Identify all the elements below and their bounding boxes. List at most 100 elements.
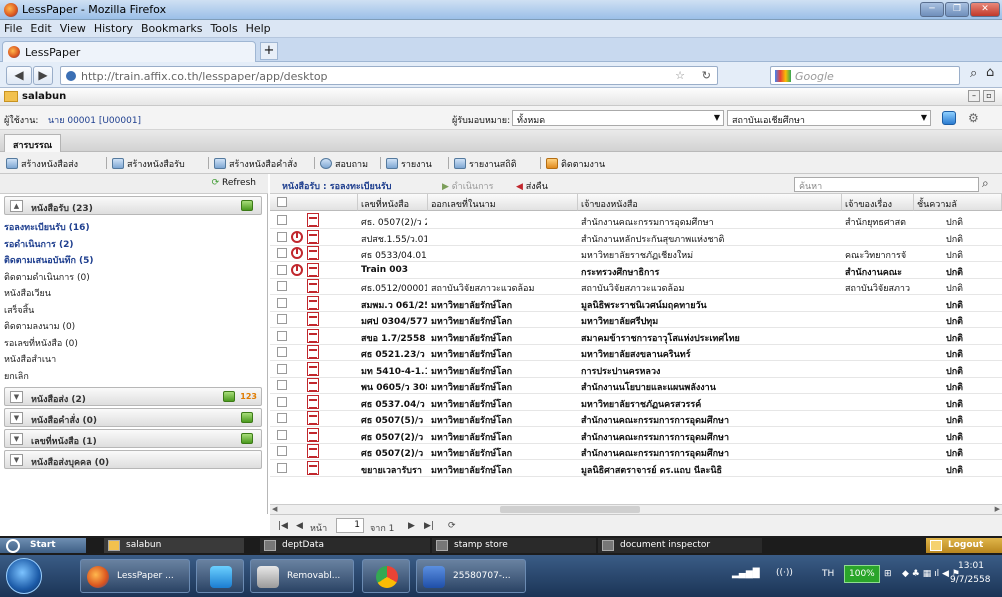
sidebar-item[interactable]: หนังสือสำเนา <box>4 352 56 366</box>
pdf-icon[interactable] <box>307 345 319 359</box>
scroll-left-icon[interactable]: ◀ <box>272 505 277 513</box>
taskbar-item-deptdata[interactable]: deptData <box>260 538 430 553</box>
menu-bookmarks[interactable]: Bookmarks <box>137 20 206 35</box>
pdf-icon[interactable] <box>307 246 319 260</box>
home-icon[interactable]: ⌂ <box>986 65 994 80</box>
row-checkbox[interactable] <box>277 297 287 308</box>
process-button[interactable]: ▶ ดำเนินการ <box>442 179 493 193</box>
group-personal[interactable]: ▼ หนังสือส่งบุคคล (0) <box>4 450 262 469</box>
pdf-icon[interactable] <box>307 328 319 343</box>
pdf-icon[interactable] <box>307 361 319 376</box>
app-minimize-button[interactable]: – <box>968 90 980 102</box>
row-checkbox[interactable] <box>277 281 287 291</box>
browser-tab[interactable]: LessPaper <box>2 41 256 62</box>
refresh-button[interactable]: ⟳ Refresh <box>212 178 256 188</box>
select-all-checkbox[interactable] <box>277 197 287 207</box>
pdf-icon[interactable] <box>307 394 319 409</box>
row-checkbox[interactable] <box>277 330 287 341</box>
row-checkbox[interactable] <box>277 413 287 423</box>
sidebar-item[interactable]: รอดำเนินการ (2) <box>4 237 73 251</box>
add-document-icon[interactable] <box>241 433 253 444</box>
chevron-down-icon[interactable]: ▼ <box>10 433 23 445</box>
table-row[interactable]: ศธ. 0507(2)/ว 2 สำนักงานคณะกรรมการอุดมศึก… <box>270 212 1002 229</box>
sidebar-item[interactable]: ยกเลิก <box>4 369 29 383</box>
pager-refresh-icon[interactable]: ⟳ <box>448 521 456 531</box>
next-page-icon[interactable]: ▶ <box>408 521 415 531</box>
clock-date[interactable]: 9/7/2558 <box>950 575 990 585</box>
pdf-icon[interactable] <box>307 411 319 425</box>
sidebar-item[interactable]: หนังสือเวียน <box>4 286 51 300</box>
group-doc-number[interactable]: ▼ เลขที่หนังสือ (1) <box>4 429 262 448</box>
group-outgoing[interactable]: ▼ หนังสือส่ง (2) 123 <box>4 387 262 406</box>
pdf-icon[interactable] <box>307 295 319 310</box>
row-checkbox[interactable] <box>277 446 287 456</box>
sidebar-item[interactable]: เสร็จสิ้น <box>4 303 34 317</box>
col-secret[interactable]: ชั้นความลั <box>914 194 1002 211</box>
table-row[interactable]: สปสช.1.55/ว.01 สำนักงานหลักประกันสุขภาพแห… <box>270 229 1002 246</box>
col-issuer[interactable]: ออกเลขที่ในนาม <box>428 194 578 211</box>
table-row[interactable]: ศธ 0507(5)/ว 8 มหาวิทยาลัยรักษ์โลก สำนักงา… <box>270 410 1002 427</box>
first-page-icon[interactable]: |◀ <box>278 521 288 531</box>
table-row[interactable]: ศธ 0533/04.01/มหาวิทยาลัยราชภัฏเชียงใหม่… <box>270 245 1002 262</box>
sidebar-item[interactable]: รอลงทะเบียนรับ (16) <box>4 220 90 234</box>
chevron-down-icon[interactable]: ▼ <box>10 454 23 466</box>
chevron-down-icon[interactable]: ▼ <box>10 412 23 424</box>
col-subject-owner[interactable]: เจ้าของเรื่อง <box>842 194 914 211</box>
table-row[interactable]: ศธ 0507(2)/ว 8 มหาวิทยาลัยรักษ์โลก สำนักงา… <box>270 427 1002 444</box>
pdf-icon[interactable] <box>307 312 319 326</box>
table-row[interactable]: ขยายเวลารับรา มหาวิทยาลัยรักษ์โลก มูลนิธิศ… <box>270 460 1002 477</box>
menu-help[interactable]: Help <box>242 20 275 35</box>
menu-edit[interactable]: Edit <box>26 20 55 35</box>
pdf-icon[interactable] <box>307 378 319 392</box>
task-firefox[interactable]: LessPaper ... <box>80 559 190 593</box>
menu-history[interactable]: History <box>90 20 137 35</box>
search-bar[interactable]: Google <box>770 66 960 85</box>
add-document-icon[interactable] <box>241 412 253 423</box>
org-select[interactable]: สถาบันเอเชียศึกษา ▼ <box>727 110 931 126</box>
url-bar[interactable]: http://train.affix.co.th/lesspaper/app/d… <box>60 66 718 85</box>
windows-start-button[interactable] <box>6 558 42 594</box>
bookmark-star-icon[interactable]: ☆ <box>675 69 685 82</box>
create-outgoing-button[interactable]: สร้างหนังสือส่ง <box>6 157 78 171</box>
pdf-icon[interactable] <box>307 229 319 244</box>
sidebar-item[interactable]: ติดตามลงนาม (0) <box>4 319 75 333</box>
app-maximize-button[interactable]: ▫ <box>983 90 995 102</box>
back-button[interactable]: ◀ <box>6 66 32 85</box>
add-document-icon[interactable] <box>223 391 235 402</box>
language-indicator[interactable]: TH <box>822 569 834 579</box>
last-page-icon[interactable]: ▶| <box>424 521 434 531</box>
group-orders[interactable]: ▼ หนังสือคำสั่ง (0) <box>4 408 262 427</box>
logout-button[interactable]: Logout <box>926 538 1002 553</box>
taskbar-item-document-inspector[interactable]: document inspector <box>598 538 762 553</box>
wifi-icon[interactable]: ((·)) <box>776 568 793 578</box>
table-row[interactable]: มศป 0304/577 มหาวิทยาลัยรักษ์โลก มหาวิทยาล… <box>270 311 1002 328</box>
col-doc-number[interactable]: เลขที่หนังสือ <box>358 194 428 211</box>
statistics-report-button[interactable]: รายงานสถิติ <box>454 157 517 171</box>
create-order-button[interactable]: สร้างหนังสือคำสั่ง <box>214 157 297 171</box>
row-checkbox[interactable] <box>277 396 287 407</box>
task-word[interactable]: 25580707-... <box>416 559 526 593</box>
scroll-thumb[interactable] <box>500 506 640 513</box>
table-row[interactable]: สขอ 1.7/2558 มหาวิทยาลัยรักษ์โลก สมาคมข้าร… <box>270 328 1002 345</box>
info-icon[interactable] <box>942 111 956 125</box>
main-search-input[interactable]: ค้นหา <box>794 177 979 192</box>
create-incoming-button[interactable]: สร้างหนังสือรับ <box>112 157 185 171</box>
gear-icon[interactable]: ⚙ <box>968 111 979 125</box>
task-media[interactable] <box>196 559 244 593</box>
chevron-up-icon[interactable]: ▲ <box>10 200 23 212</box>
row-checkbox[interactable] <box>277 347 287 357</box>
table-row[interactable]: มท 5410-4-1.1. มหาวิทยาลัยรักษ์โลก การประป… <box>270 361 1002 378</box>
scroll-right-icon[interactable]: ▶ <box>995 505 1000 513</box>
sidebar-item[interactable]: รอเลขที่หนังสือ (0) <box>4 336 78 350</box>
sidebar-item[interactable]: ติดตามเสนอบันทึก (5) <box>4 253 94 267</box>
table-row[interactable]: ศธ 0537.04/ว 7 มหาวิทยาลัยรักษ์โลก มหาวิทย… <box>270 394 1002 411</box>
table-row[interactable]: สมพม.ว 061/25 มหาวิทยาลัยรักษ์โลก มูลนิธิพ… <box>270 295 1002 312</box>
network-icon[interactable]: ⊞ <box>884 569 892 579</box>
table-row[interactable]: ศธ.0512/00001 สถาบันวิจัยสภาวะแวดล้อม สถาบ… <box>270 278 1002 295</box>
menu-view[interactable]: View <box>56 20 90 35</box>
return-button[interactable]: ◀ ส่งคืน <box>516 179 548 193</box>
row-checkbox[interactable] <box>277 462 287 473</box>
menu-tools[interactable]: Tools <box>206 20 241 35</box>
horizontal-scrollbar[interactable]: ◀ ▶ <box>270 504 1002 514</box>
pdf-icon[interactable] <box>307 279 319 293</box>
